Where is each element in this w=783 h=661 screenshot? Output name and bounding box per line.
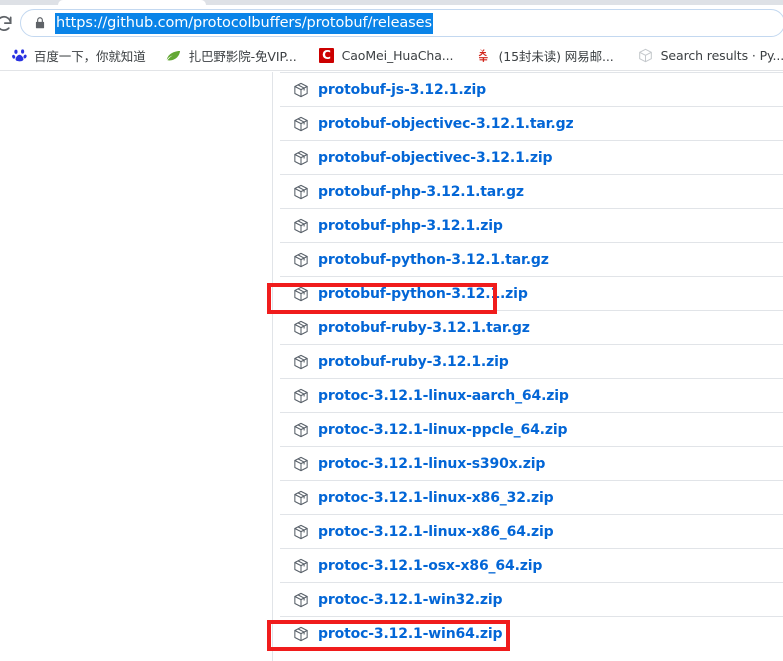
package-icon <box>293 558 309 574</box>
asset-link[interactable]: protobuf-js-3.12.1.zip <box>318 82 486 98</box>
netease-mail-favicon <box>475 48 491 64</box>
asset-link[interactable]: protobuf-php-3.12.1.zip <box>318 218 503 234</box>
asset-row[interactable]: protobuf-objectivec-3.12.1.zip <box>280 140 783 174</box>
bookmark-label: CaoMei_HuaCha... <box>341 48 454 63</box>
asset-link[interactable]: protoc-3.12.1-win64.zip <box>318 626 503 642</box>
asset-row[interactable]: protoc-3.12.1-linux-x86_32.zip <box>280 480 783 514</box>
package-icon <box>293 626 309 642</box>
asset-row[interactable]: protobuf-ruby-3.12.1.zip <box>280 344 783 378</box>
bookmark-caomei-huacha[interactable]: C CaoMei_HuaCha... <box>316 44 457 68</box>
url-text[interactable]: https://github.com/protocolbuffers/proto… <box>55 12 433 34</box>
asset-row[interactable]: protoc-3.12.1-win32.zip <box>280 582 783 616</box>
release-assets-list: protobuf-js-3.12.1.zip protobuf-objective… <box>280 72 783 661</box>
browser-toolbar: https://github.com/protocolbuffers/proto… <box>0 5 783 41</box>
asset-row[interactable]: protoc-3.12.1-linux-x86_64.zip <box>280 514 783 548</box>
leaf-favicon <box>166 48 182 64</box>
content-left-divider <box>272 72 273 661</box>
asset-link[interactable]: protobuf-ruby-3.12.1.tar.gz <box>318 320 530 336</box>
package-icon <box>293 490 309 506</box>
asset-link[interactable]: protoc-3.12.1-linux-x86_32.zip <box>318 490 554 506</box>
address-bar[interactable]: https://github.com/protocolbuffers/proto… <box>20 9 783 37</box>
baidu-favicon <box>11 48 27 64</box>
bookmark-baidu[interactable]: 百度一下，你就知道 <box>8 44 149 68</box>
package-icon <box>293 524 309 540</box>
package-icon <box>293 286 309 302</box>
asset-link[interactable]: protoc-3.12.1-osx-x86_64.zip <box>318 558 542 574</box>
asset-row[interactable]: protoc-3.12.1-win64.zip <box>280 616 783 650</box>
bookmark-label: (15封未读) 网易邮... <box>498 49 614 64</box>
bookmark-label: 百度一下，你就知道 <box>34 49 146 64</box>
bookmark-search-results-py[interactable]: Search results · Py... <box>635 44 783 68</box>
bookmark-zhaba-cinema[interactable]: 扎巴野影院-免VIP... <box>163 44 300 68</box>
asset-link[interactable]: protobuf-objectivec-3.12.1.tar.gz <box>318 116 574 132</box>
package-icon <box>293 422 309 438</box>
package-icon <box>293 150 309 166</box>
asset-row[interactable]: protoc-3.12.1-linux-aarch_64.zip <box>280 378 783 412</box>
asset-row[interactable]: protobuf-python-3.12.1.tar.gz <box>280 242 783 276</box>
asset-link[interactable]: protobuf-objectivec-3.12.1.zip <box>318 150 552 166</box>
asset-row[interactable]: protobuf-js-3.12.1.zip <box>280 72 783 106</box>
asset-row[interactable]: protoc-3.12.1-osx-x86_64.zip <box>280 548 783 582</box>
asset-row[interactable]: protobuf-objectivec-3.12.1.tar.gz <box>280 106 783 140</box>
package-icon <box>293 82 309 98</box>
c-glyph: C <box>319 48 335 63</box>
asset-link[interactable]: protoc-3.12.1-linux-aarch_64.zip <box>318 388 569 404</box>
package-icon <box>293 456 309 472</box>
page-content: protobuf-js-3.12.1.zip protobuf-objective… <box>0 72 783 661</box>
package-icon <box>293 184 309 200</box>
asset-row[interactable]: protoc-3.12.1-linux-s390x.zip <box>280 446 783 480</box>
asset-link[interactable]: protobuf-python-3.12.1.tar.gz <box>318 252 549 268</box>
bookmark-label: Search results · Py... <box>660 48 783 63</box>
package-favicon <box>638 48 654 64</box>
package-icon <box>293 592 309 608</box>
reload-icon[interactable] <box>0 14 14 34</box>
asset-link[interactable]: protoc-3.12.1-linux-x86_64.zip <box>318 524 554 540</box>
bookmarks-bar: 百度一下，你就知道 扎巴野影院-免VIP... C CaoMei_HuaCha.… <box>0 41 783 71</box>
asset-row[interactable]: protoc-3.12.1-linux-ppcle_64.zip <box>280 412 783 446</box>
asset-link[interactable]: protobuf-php-3.12.1.tar.gz <box>318 184 524 200</box>
browser-chrome: https://github.com/protocolbuffers/proto… <box>0 0 783 72</box>
package-icon <box>293 116 309 132</box>
asset-link[interactable]: protoc-3.12.1-linux-s390x.zip <box>318 456 545 472</box>
package-icon <box>293 320 309 336</box>
asset-link[interactable]: protoc-3.12.1-win32.zip <box>318 592 503 608</box>
bookmark-label: 扎巴野影院-免VIP... <box>188 49 297 64</box>
asset-row[interactable]: protobuf-php-3.12.1.zip <box>280 208 783 242</box>
package-icon <box>293 354 309 370</box>
package-icon <box>293 388 309 404</box>
asset-link[interactable]: protoc-3.12.1-linux-ppcle_64.zip <box>318 422 568 438</box>
bookmark-netease-mail[interactable]: (15封未读) 网易邮... <box>472 44 616 68</box>
asset-link[interactable]: protobuf-ruby-3.12.1.zip <box>318 354 509 370</box>
asset-link[interactable]: protobuf-python-3.12.1.zip <box>318 286 528 302</box>
package-icon <box>293 218 309 234</box>
lock-icon[interactable] <box>33 16 47 30</box>
asset-row[interactable]: protobuf-ruby-3.12.1.tar.gz <box>280 310 783 344</box>
c-letter-favicon: C <box>319 48 335 64</box>
asset-row[interactable]: protobuf-python-3.12.1.zip <box>280 276 783 310</box>
package-icon <box>293 252 309 268</box>
asset-row[interactable]: protobuf-php-3.12.1.tar.gz <box>280 174 783 208</box>
